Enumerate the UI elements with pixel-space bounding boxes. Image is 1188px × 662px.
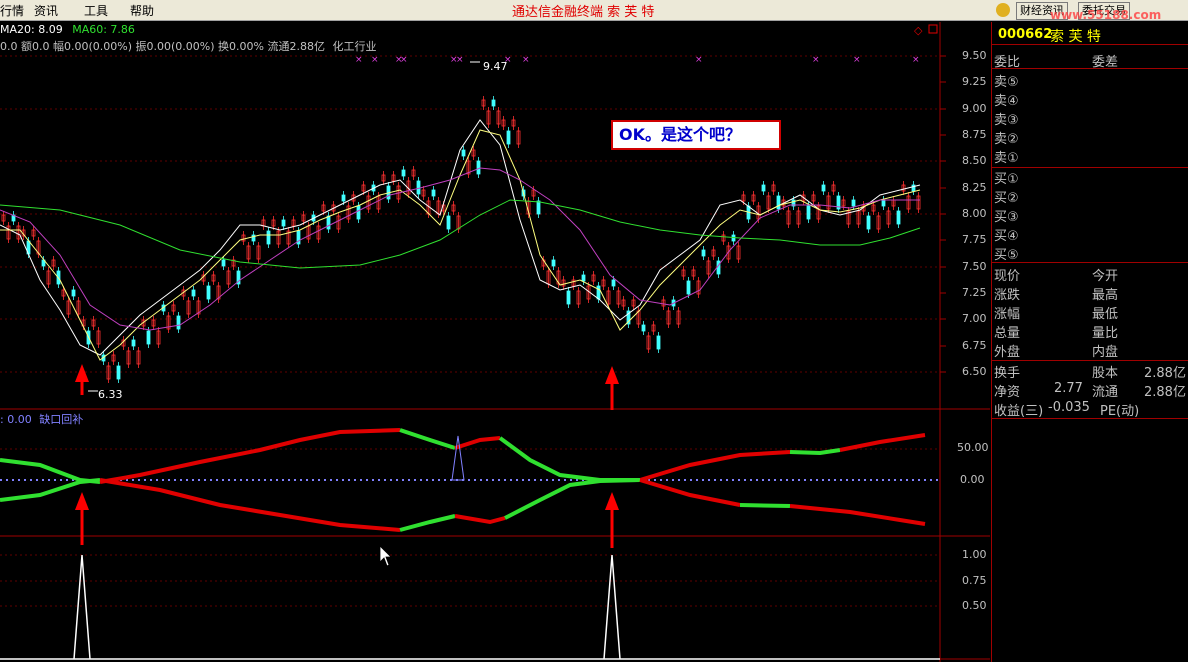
logo-icon (996, 3, 1010, 17)
ma60-green-line (0, 199, 921, 269)
price-axis-tick: 6.75 (962, 339, 987, 352)
turnover-label: 换手 (994, 366, 1021, 381)
lower-green-curve-2 (399, 514, 456, 532)
spike-triangle (451, 435, 465, 481)
buy-level-5: 买⑤ (994, 248, 1019, 263)
site-url: www.55188.com (1050, 8, 1162, 22)
sub-axis-075: 0.75 (962, 574, 987, 587)
lower-red-curve (99, 478, 401, 532)
price-axis-tick: 9.50 (962, 49, 987, 62)
nav-value: 2.77 (1054, 381, 1083, 396)
price-axis-tick: 8.25 (962, 181, 987, 194)
svg-text:×: × (355, 55, 363, 65)
svg-text:×: × (400, 55, 408, 65)
price-axis-tick: 8.00 (962, 207, 987, 220)
price-axis-tick: 7.50 (962, 260, 987, 273)
stat-right-label: 最高 (1092, 288, 1119, 303)
ma-yellow-line (0, 129, 921, 361)
upper-red-curve-4 (839, 433, 926, 452)
svg-text:×: × (456, 55, 464, 65)
buy-level-1: 买① (994, 172, 1019, 187)
callout-box: OK。是这个吧？ (611, 120, 781, 150)
sell-level-2: 卖② (994, 132, 1019, 147)
signal-arrow-right (605, 366, 619, 548)
price-axis-tick: 9.25 (962, 75, 987, 88)
signal-arrow-left (75, 364, 89, 545)
lower-green-curve (0, 478, 101, 502)
capital-value: 2.88亿 (1144, 366, 1186, 381)
price-axis-tick: 7.75 (962, 233, 987, 246)
price-axis-tick: 6.50 (962, 365, 987, 378)
stat-right-label: 内盘 (1092, 345, 1119, 360)
stat-left-label: 现价 (994, 269, 1021, 284)
ind-axis-50: 50.00 (957, 441, 989, 454)
diamond-icon[interactable]: ◇ (914, 24, 923, 37)
indicator-name: 缺口回补 (39, 413, 84, 426)
float-value: 2.88亿 (1144, 385, 1186, 400)
capital-label: 股本 (1092, 366, 1119, 381)
sub-axis-1: 1.00 (962, 548, 987, 561)
stat-right-label: 最低 (1092, 307, 1119, 322)
stock-name: 索 芙 特 (1050, 29, 1101, 45)
buy-level-2: 买② (994, 191, 1019, 206)
upper-red-curve-3 (639, 450, 791, 482)
bottom-spike-left (73, 554, 91, 660)
indicator-label: : 0.00 缺口回补 (0, 411, 83, 427)
stat-left-label: 总量 (994, 326, 1021, 341)
svg-text:×: × (504, 55, 512, 65)
ma-magenta-line (0, 167, 920, 331)
bottom-spike-right (603, 554, 621, 660)
indicator-value: : 0.00 (0, 413, 32, 426)
svg-text:×: × (371, 55, 379, 65)
signal-markers: × × ×× ×× × × × × × × (355, 55, 920, 65)
sell-level-3: 卖③ (994, 113, 1019, 128)
sell-level-1: 卖① (994, 151, 1019, 166)
restore-icon[interactable] (928, 24, 938, 34)
svg-text:×: × (853, 55, 861, 65)
price-axis-tick: 8.50 (962, 154, 987, 167)
float-label: 流通 (1092, 385, 1119, 400)
sub-axis-050: 0.50 (962, 599, 987, 612)
stat-right-label: 今开 (1092, 269, 1119, 284)
eps-value: -0.035 (1048, 400, 1090, 415)
nav-label: 净资 (994, 385, 1021, 400)
eps-label: 收益(三) (994, 404, 1044, 419)
lower-green-curve-3 (504, 478, 641, 520)
ma-white-line (0, 119, 921, 356)
price-axis-tick: 7.25 (962, 286, 987, 299)
low-annotation: 6.33 (98, 388, 123, 401)
mouse-cursor-icon (379, 545, 392, 567)
upper-green-curve-3 (498, 436, 640, 482)
lower-red-curve-2 (454, 514, 506, 525)
svg-text:×: × (522, 55, 530, 65)
upper-green-curve-4 (789, 448, 841, 456)
svg-text:×: × (912, 55, 920, 65)
buy-level-3: 买③ (994, 210, 1019, 225)
quote-panel: 000662 索 芙 特 委比 委差 卖⑤ 卖④ 卖③ 卖② 卖① 买① 买② 买③ 买④ 买⑤… (991, 22, 1188, 662)
buy-level-4: 买④ (994, 229, 1019, 244)
sell-level-5: 卖⑤ (994, 75, 1019, 90)
svg-text:×: × (695, 55, 703, 65)
svg-text:×: × (812, 55, 820, 65)
upper-green-curve-2 (399, 428, 456, 450)
stock-code: 000662 (998, 27, 1053, 42)
upper-green-curve (0, 458, 101, 484)
price-axis-tick: 9.00 (962, 102, 987, 115)
ind-axis-0: 0.00 (960, 473, 985, 486)
price-axis-tick: 8.75 (962, 128, 987, 141)
stat-left-label: 涨幅 (994, 307, 1021, 322)
candlesticks (1, 96, 921, 383)
upper-red-curve-2 (454, 436, 501, 450)
stat-left-label: 外盘 (994, 345, 1021, 360)
sell-level-4: 卖④ (994, 94, 1019, 109)
stat-right-label: 量比 (1092, 326, 1119, 341)
stat-left-label: 涨跌 (994, 288, 1021, 303)
lower-red-curve-3 (639, 478, 741, 507)
upper-red-curve (99, 428, 401, 484)
price-axis-tick: 7.00 (962, 312, 987, 325)
chart-area[interactable]: 9.47 6.33 × × ×× ×× × × × × × × ◇ (0, 0, 990, 662)
pe-label: PE(动) (1100, 404, 1140, 419)
lower-red-curve-4 (789, 504, 926, 526)
lower-green-curve-4 (739, 503, 791, 508)
